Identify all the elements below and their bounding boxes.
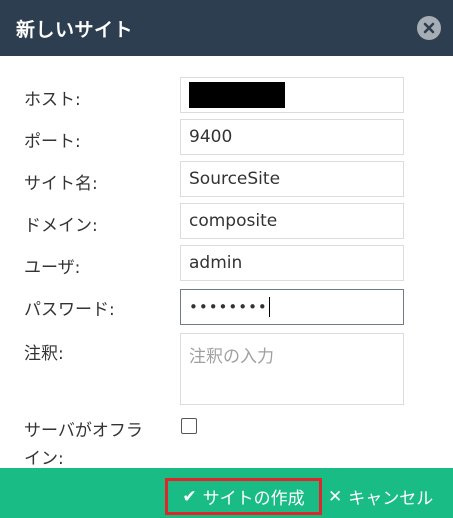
port-value: 9400 xyxy=(189,127,233,147)
domain-value: composite xyxy=(189,211,278,231)
check-icon: ✔ xyxy=(182,486,197,507)
port-field[interactable]: 9400 xyxy=(180,119,404,155)
text-caret xyxy=(268,297,270,317)
port-label: ポート: xyxy=(24,132,81,152)
password-label: パスワード: xyxy=(24,300,115,320)
server-offline-checkbox[interactable] xyxy=(181,418,197,434)
server-offline-label-line2: イン: xyxy=(24,449,64,469)
user-label: ユーザ: xyxy=(24,258,81,278)
cancel-label: キャンセル xyxy=(348,489,434,509)
comment-label: 注釈: xyxy=(24,344,64,364)
site-name-field[interactable]: SourceSite xyxy=(180,161,404,197)
user-field[interactable]: admin xyxy=(180,245,404,281)
comment-textarea[interactable]: 注釈の入力 xyxy=(180,333,404,405)
host-label: ホスト: xyxy=(24,90,81,110)
comment-placeholder: 注釈の入力 xyxy=(189,347,274,367)
domain-label: ドメイン: xyxy=(24,216,98,236)
site-name-label: サイト名: xyxy=(24,174,98,194)
close-circle-icon xyxy=(423,22,435,34)
cancel-button[interactable]: ✕ キャンセル xyxy=(328,478,433,515)
password-field[interactable]: •••••••• xyxy=(180,289,404,325)
close-button[interactable] xyxy=(417,16,441,40)
dialog-title: 新しいサイト xyxy=(16,18,134,41)
host-field[interactable] xyxy=(180,77,404,113)
site-name-value: SourceSite xyxy=(189,169,281,189)
domain-field[interactable]: composite xyxy=(180,203,404,239)
redacted-host-value xyxy=(189,82,285,108)
dialog-titlebar: 新しいサイト xyxy=(0,0,453,56)
server-offline-label-line1: サーバがオフラ xyxy=(24,421,143,441)
password-value: •••••••• xyxy=(189,298,268,316)
new-site-dialog: 新しいサイト ホスト: ポート: 9400 サイト名: SourceSite ド… xyxy=(0,0,453,518)
user-value: admin xyxy=(189,253,243,273)
create-site-label: サイトの作成 xyxy=(202,489,305,509)
x-icon: ✕ xyxy=(328,486,343,507)
create-site-button[interactable]: ✔ サイトの作成 xyxy=(165,478,322,515)
